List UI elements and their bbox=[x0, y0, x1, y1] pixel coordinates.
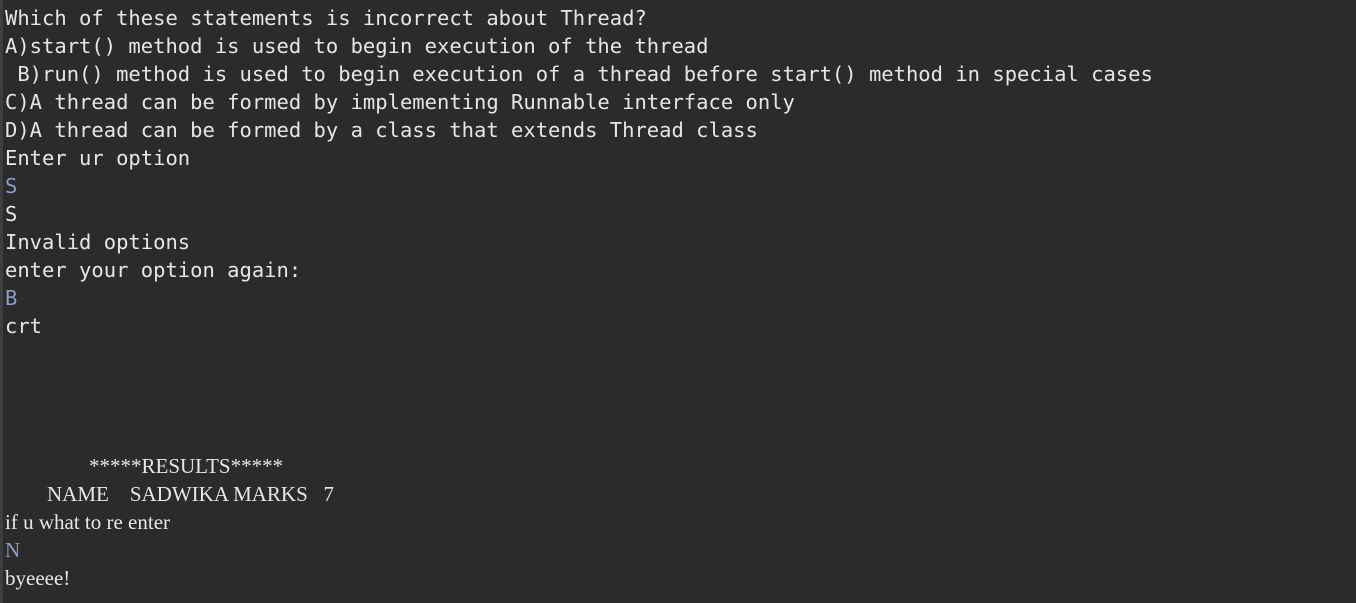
goodbye-line: byeeee! bbox=[5, 566, 71, 590]
user-input-line: S bbox=[5, 174, 18, 198]
option-a-line: A)start() method is used to begin execut… bbox=[5, 34, 709, 58]
option-d-line: D)A thread can be formed by a class that… bbox=[5, 118, 758, 142]
prompt-line: Enter ur option bbox=[5, 146, 191, 170]
reenter-prompt-line: if u what to re enter bbox=[5, 510, 171, 534]
option-b-line: B)run() method is used to begin executio… bbox=[5, 62, 1153, 86]
console-output[interactable]: Which of these statements is incorrect a… bbox=[0, 0, 1356, 603]
echo-line: S bbox=[5, 202, 18, 226]
prompt-again-line: enter your option again: bbox=[5, 258, 302, 282]
results-header-line: *****RESULTS***** bbox=[5, 454, 284, 478]
question-line: Which of these statements is incorrect a… bbox=[5, 6, 647, 30]
option-c-line: C)A thread can be formed by implementing… bbox=[5, 90, 795, 114]
result-crt-line: crt bbox=[5, 314, 43, 338]
invalid-options-line: Invalid options bbox=[5, 230, 191, 254]
user-input-line: B bbox=[5, 286, 18, 310]
user-input-line: N bbox=[5, 538, 21, 562]
results-line: NAME SADWIKA MARKS 7 bbox=[5, 482, 335, 506]
